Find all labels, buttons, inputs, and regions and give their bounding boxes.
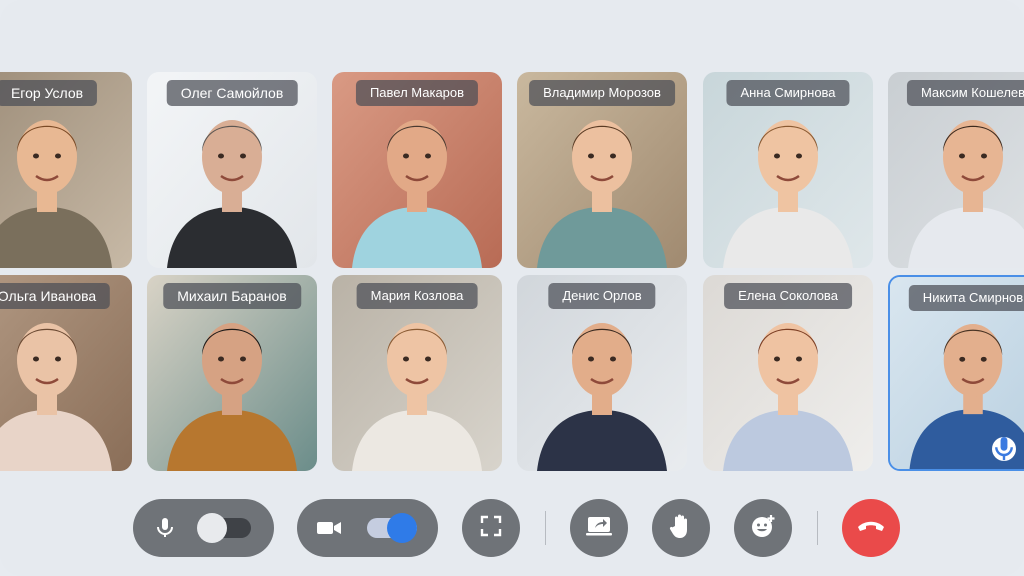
- end-call-button[interactable]: [842, 499, 900, 557]
- participant-name-label: Максим Кошелев: [906, 80, 1024, 106]
- participant-tile[interactable]: Елена Соколова: [703, 275, 873, 471]
- participant-tile[interactable]: Анна Смирнова: [703, 72, 873, 268]
- participant-name-label: Никита Смирнов: [908, 285, 1024, 311]
- participant-tile[interactable]: Владимир Морозов: [517, 72, 687, 268]
- microphone-toggle-knob: [197, 513, 227, 543]
- participant-tile[interactable]: Максим Кошелев: [888, 72, 1024, 268]
- add-emoji-icon: [750, 513, 776, 544]
- speaking-microphone-icon: [992, 437, 1016, 461]
- share-screen-button[interactable]: [570, 499, 628, 557]
- camera-toggle[interactable]: [367, 513, 417, 543]
- participant-tile[interactable]: Мария Козлова: [332, 275, 502, 471]
- raise-hand-button[interactable]: [652, 499, 710, 557]
- controls-divider: [817, 511, 818, 545]
- participant-name-label: Ольга Иванова: [0, 283, 111, 309]
- participant-name-label: Елена Соколова: [724, 283, 852, 309]
- participant-grid: Егор Услов Олег Самойлов Павел Макаров В…: [0, 0, 1024, 480]
- participant-name-label: Павел Макаров: [355, 80, 479, 106]
- controls-divider: [545, 511, 546, 545]
- participant-tile[interactable]: Денис Орлов: [517, 275, 687, 471]
- participant-name-label: Олег Самойлов: [166, 80, 298, 106]
- participant-tile[interactable]: Никита Смирнов: [888, 275, 1024, 471]
- participant-tile[interactable]: Павел Макаров: [332, 72, 502, 268]
- fullscreen-icon: [480, 515, 502, 542]
- participant-tile[interactable]: Михаил Баранов: [147, 275, 317, 471]
- participant-tile[interactable]: Ольга Иванова: [0, 275, 132, 471]
- fullscreen-button[interactable]: [462, 499, 520, 557]
- microphone-icon: [153, 516, 177, 545]
- microphone-control[interactable]: [133, 499, 274, 557]
- raise-hand-icon: [669, 513, 693, 544]
- participant-tile[interactable]: Олег Самойлов: [147, 72, 317, 268]
- participant-tile[interactable]: Егор Услов: [0, 72, 132, 268]
- participant-name-label: Владимир Морозов: [529, 80, 675, 106]
- share-screen-icon: [585, 514, 613, 543]
- video-camera-icon: [316, 516, 342, 545]
- participant-name-label: Егор Услов: [0, 80, 98, 106]
- reactions-button[interactable]: [734, 499, 792, 557]
- participant-name-label: Анна Смирнова: [726, 80, 850, 106]
- video-call-window: Егор Услов Олег Самойлов Павел Макаров В…: [0, 0, 1024, 576]
- camera-control[interactable]: [297, 499, 438, 557]
- microphone-toggle[interactable]: [197, 513, 251, 543]
- camera-toggle-knob: [387, 513, 417, 543]
- call-controls-bar: [0, 499, 1024, 559]
- hang-up-icon: [856, 518, 886, 539]
- participant-name-label: Мария Козлова: [356, 283, 478, 309]
- participant-name-label: Михаил Баранов: [163, 283, 301, 309]
- participant-name-label: Денис Орлов: [548, 283, 656, 309]
